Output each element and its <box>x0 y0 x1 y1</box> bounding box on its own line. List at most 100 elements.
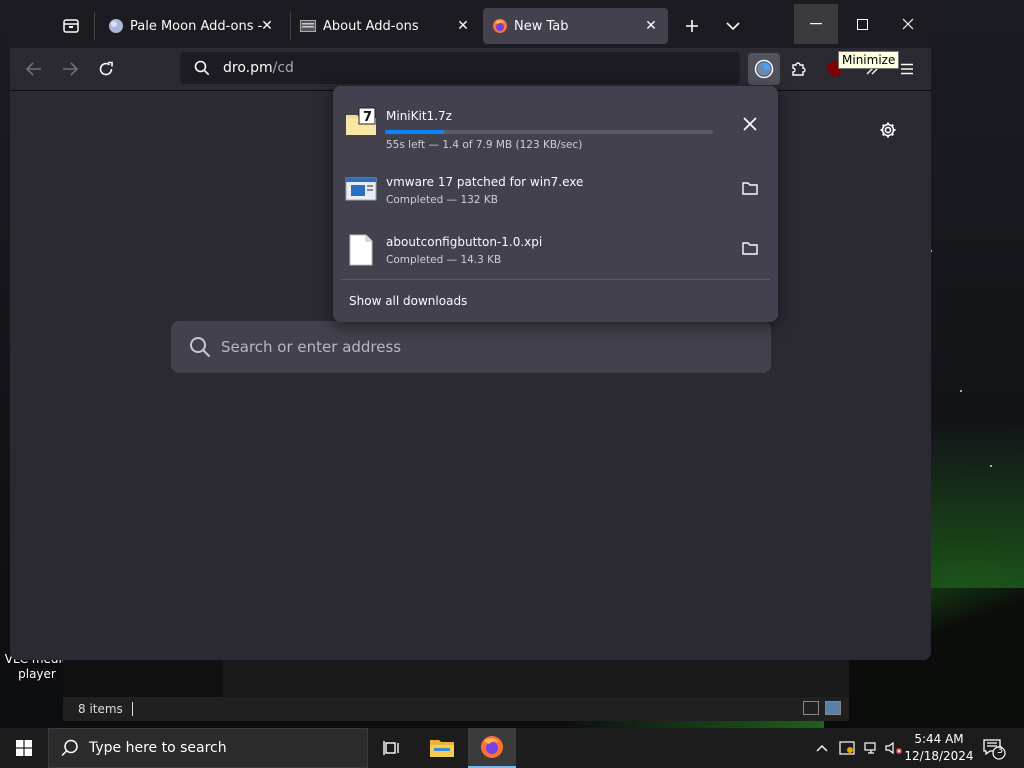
show-in-folder-button[interactable] <box>736 234 764 262</box>
firefox-icon <box>481 736 503 758</box>
clock-date: 12/18/2024 <box>904 749 974 763</box>
download-filename: aboutconfigbutton-1.0.xpi <box>386 235 543 249</box>
large-icons-view-icon[interactable] <box>825 701 841 715</box>
addons-icon <box>300 20 316 32</box>
tab-separator <box>94 12 95 40</box>
list-all-tabs-button[interactable] <box>719 12 747 40</box>
address-bar[interactable]: dro.pm/cd <box>180 52 740 84</box>
notification-count: 3 <box>996 745 1004 756</box>
minimize-tooltip: Minimize <box>838 51 900 69</box>
panel-divider <box>341 279 770 280</box>
download-progress-icon <box>754 59 774 79</box>
chevron-down-icon <box>726 22 740 31</box>
puzzle-piece-icon <box>792 62 806 76</box>
show-hidden-icons-button[interactable] <box>812 728 832 768</box>
download-item[interactable]: 7 MiniKit1.7z 55s left — 1.4 of 7.9 MB (… <box>333 94 778 152</box>
tray-app-icon[interactable] <box>836 728 858 768</box>
close-tab-icon[interactable]: ✕ <box>454 17 472 35</box>
forward-arrow-icon <box>63 62 78 76</box>
tab-title: About Add-ons <box>323 18 419 34</box>
url-path: /cd <box>272 60 294 76</box>
folder-icon <box>742 182 758 195</box>
download-item[interactable]: aboutconfigbutton-1.0.xpi Completed — 14… <box>333 220 778 278</box>
newtab-search-box[interactable] <box>171 321 771 373</box>
close-tab-icon[interactable]: ✕ <box>642 17 660 35</box>
windows-logo-icon <box>16 740 32 756</box>
chevron-up-icon <box>816 745 828 752</box>
search-icon <box>61 739 78 757</box>
download-filename: vmware 17 patched for win7.exe <box>386 175 584 189</box>
tab-pale-moon-addons[interactable]: Pale Moon Add-ons - Ab ✕ <box>98 8 284 44</box>
taskbar: Type here to search 5:44 AM 12/18/2024 3 <box>0 728 1024 768</box>
close-tab-icon[interactable]: ✕ <box>258 17 276 35</box>
text-cursor <box>131 702 133 716</box>
reload-icon <box>99 61 113 76</box>
explorer-nav-pane <box>63 655 223 697</box>
personalize-settings-button[interactable] <box>879 121 897 143</box>
minimize-icon <box>810 23 822 25</box>
explorer-item-count: 8 items <box>78 702 123 716</box>
tab-new-tab[interactable]: New Tab ✕ <box>483 8 668 44</box>
taskbar-file-explorer[interactable] <box>418 728 466 768</box>
downloads-panel: 7 MiniKit1.7z 55s left — 1.4 of 7.9 MB (… <box>333 86 778 322</box>
taskbar-clock[interactable]: 5:44 AM 12/18/2024 <box>904 731 974 765</box>
task-view-button[interactable] <box>368 728 416 768</box>
details-view-icon[interactable] <box>803 701 819 715</box>
extensions-button[interactable] <box>785 55 813 83</box>
close-window-button[interactable] <box>886 4 930 44</box>
tab-about-addons[interactable]: About Add-ons ✕ <box>292 8 480 44</box>
desktop-icon-label-line2: player <box>18 667 56 681</box>
taskbar-search-box[interactable]: Type here to search <box>48 728 368 768</box>
download-filename: MiniKit1.7z <box>386 109 452 123</box>
exe-file-icon <box>345 177 377 201</box>
minimize-button[interactable] <box>794 4 838 44</box>
generic-file-icon <box>349 234 373 266</box>
maximize-button[interactable] <box>840 4 884 44</box>
7z-archive-icon: 7 <box>346 107 376 135</box>
tab-title: New Tab <box>514 18 569 34</box>
forward-button[interactable] <box>56 55 84 83</box>
speaker-muted-icon <box>885 741 902 755</box>
url-text: dro.pm/cd <box>223 60 294 76</box>
clock-time: 5:44 AM <box>914 732 964 746</box>
taskbar-search-placeholder: Type here to search <box>89 740 227 756</box>
search-icon <box>190 337 211 358</box>
cancel-download-button[interactable] <box>736 110 764 138</box>
firefox-view-icon <box>63 19 79 33</box>
download-status: Completed — 132 KB <box>386 194 498 206</box>
pale-moon-icon <box>109 19 123 33</box>
gear-icon <box>880 122 896 138</box>
taskbar-firefox[interactable] <box>468 728 516 768</box>
back-button[interactable] <box>20 55 48 83</box>
network-status-button[interactable] <box>860 728 882 768</box>
start-button[interactable] <box>0 728 48 768</box>
security-center-icon <box>839 741 855 755</box>
reload-button[interactable] <box>92 55 120 83</box>
download-status: Completed — 14.3 KB <box>386 254 502 266</box>
download-progress-fill <box>385 130 445 134</box>
maximize-icon <box>856 18 868 30</box>
folder-icon <box>742 242 758 255</box>
plus-icon <box>686 20 698 32</box>
file-explorer-icon <box>430 740 454 757</box>
tab-title: Pale Moon Add-ons - Ab <box>130 18 265 34</box>
explorer-status-bar: 8 items <box>63 697 849 721</box>
show-in-folder-button[interactable] <box>736 174 764 202</box>
volume-button[interactable] <box>884 728 904 768</box>
show-all-downloads-button[interactable]: Show all downloads <box>349 294 467 308</box>
navigation-toolbar: dro.pm/cd <box>10 48 931 91</box>
downloads-button[interactable] <box>748 53 780 85</box>
svg-text:7: 7 <box>363 110 372 125</box>
hamburger-menu-icon <box>901 63 913 75</box>
firefox-icon <box>493 19 507 33</box>
task-view-icon <box>383 741 399 755</box>
action-center-button[interactable]: 3 <box>982 738 1006 760</box>
firefox-view-button[interactable] <box>57 12 85 40</box>
download-progress-bar <box>385 130 713 134</box>
download-item[interactable]: vmware 17 patched for win7.exe Completed… <box>333 160 778 218</box>
newtab-search-input[interactable] <box>219 337 743 357</box>
new-tab-button[interactable] <box>678 12 706 40</box>
close-icon <box>743 117 757 131</box>
download-status: 55s left — 1.4 of 7.9 MB (123 KB/sec) <box>386 139 583 151</box>
tab-separator <box>290 12 291 40</box>
